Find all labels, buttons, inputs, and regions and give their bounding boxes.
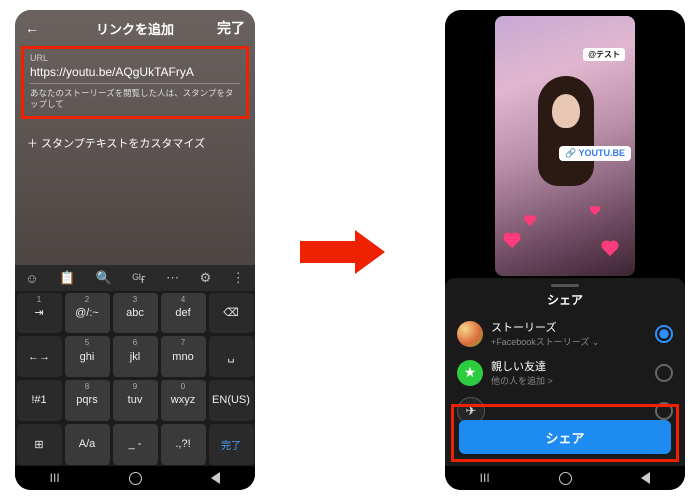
kb-key[interactable]: 5ghi (65, 336, 110, 377)
sheet-title: シェア (445, 291, 685, 308)
customize-sticker-button[interactable]: ＋ スタンプテキストをカスタマイズ (27, 135, 243, 151)
flow-arrow (300, 230, 385, 274)
heart-icon (525, 216, 535, 226)
mention-tag[interactable]: @テスト (583, 48, 625, 61)
kb-toolbar-item[interactable]: ⋮ (232, 270, 245, 286)
kb-key[interactable]: 完了 (209, 424, 254, 465)
kb-key[interactable]: ←→ (17, 336, 62, 377)
kb-key[interactable]: _ - (113, 424, 158, 465)
nav-recents[interactable]: III (480, 471, 490, 485)
keyboard-toolbar: ☺ 📋 🔍 ᴳᴵғ ⋯ ⚙ ⋮ (15, 265, 255, 291)
url-input[interactable]: https://youtu.be/AQgUkTAFryA (30, 63, 240, 84)
kb-key[interactable]: 3abc (113, 293, 158, 334)
story-preview[interactable]: @テスト 🔗 YOUTU.BE (495, 16, 635, 276)
phone-share-sheet: @テスト 🔗 YOUTU.BE シェア ストーリーズ+Facebookストーリー… (445, 10, 685, 490)
kb-toolbar-item[interactable]: 🔍 (96, 270, 112, 286)
nav-home[interactable] (129, 472, 142, 485)
kb-key[interactable]: .,?! (161, 424, 206, 465)
highlight-url-box: URL https://youtu.be/AQgUkTAFryA あなたのストー… (21, 46, 249, 119)
keyboard: 1⇥2@/:~3abc4def⌫ ←→5ghi6jkl7mno␣ !#18pqrs9… (15, 291, 255, 466)
share-option-row[interactable]: ★ 親しい友達他の人を追加 > (445, 353, 685, 392)
kb-key[interactable]: 0wxyz (161, 380, 206, 421)
phone-add-link: ← リンクを追加 完了 URL https://youtu.be/AQgUkTA… (15, 10, 255, 490)
kb-toolbar-item[interactable]: ⚙ (200, 270, 212, 286)
kb-toolbar-item[interactable]: ⋯ (166, 270, 179, 286)
nav-home[interactable] (559, 472, 572, 485)
url-label: URL (30, 53, 240, 63)
share-sheet: シェア ストーリーズ+Facebookストーリーズ ⌄ ★ 親しい友達他の人を追加 … (445, 278, 685, 466)
kb-key[interactable]: ⌫ (209, 293, 254, 334)
kb-toolbar-item[interactable]: 📋 (59, 270, 75, 286)
kb-toolbar-item[interactable]: ☺ (25, 271, 38, 286)
kb-key[interactable]: A/a (65, 424, 110, 465)
share-button[interactable]: シェア (459, 420, 671, 454)
kb-key[interactable]: !#1 (17, 380, 62, 421)
share-option-text: ストーリーズ+Facebookストーリーズ ⌄ (491, 319, 647, 348)
nav-recents[interactable]: III (50, 471, 60, 485)
header: ← リンクを追加 完了 (15, 10, 255, 46)
android-navbar: III (15, 466, 255, 490)
url-hint: あなたのストーリーズを閲覧した人は、スタンプをタップして (30, 88, 240, 110)
kb-key[interactable]: ␣ (209, 336, 254, 377)
kb-key[interactable]: 7mno (161, 336, 206, 377)
android-navbar: III (445, 466, 685, 490)
kb-toolbar-item[interactable]: ᴳᴵғ (132, 271, 145, 286)
kb-key[interactable]: 9tuv (113, 380, 158, 421)
radio-select[interactable] (655, 364, 673, 382)
kb-key[interactable]: 8pqrs (65, 380, 110, 421)
kb-key[interactable]: 4def (161, 293, 206, 334)
kb-key[interactable]: 6jkl (113, 336, 158, 377)
kb-key[interactable]: 1⇥ (17, 293, 62, 334)
radio-select[interactable] (655, 325, 673, 343)
sheet-handle[interactable] (551, 284, 579, 287)
heart-icon (603, 242, 617, 256)
close-friends-icon: ★ (457, 360, 483, 386)
kb-key[interactable]: ⊞ (17, 424, 62, 465)
kb-key[interactable]: EN(US) (209, 380, 254, 421)
heart-icon (505, 234, 519, 248)
nav-back[interactable] (211, 472, 220, 484)
nav-back[interactable] (641, 472, 650, 484)
story-avatar-icon (457, 321, 483, 347)
link-sticker[interactable]: 🔗 YOUTU.BE (559, 146, 631, 161)
kb-key[interactable]: 2@/:~ (65, 293, 110, 334)
share-option-row[interactable]: ストーリーズ+Facebookストーリーズ ⌄ (445, 314, 685, 353)
header-title: リンクを追加 (15, 19, 255, 38)
share-option-text: 親しい友達他の人を追加 > (491, 358, 647, 387)
